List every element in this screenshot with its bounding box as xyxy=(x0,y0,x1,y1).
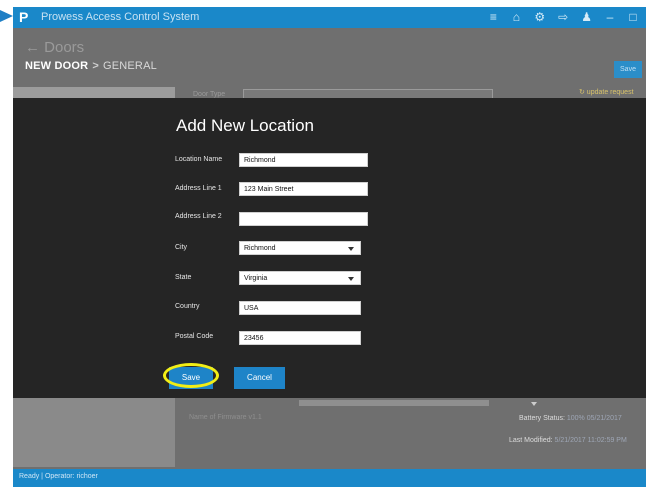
city-select-value: Richmond xyxy=(244,245,276,252)
location-name-field[interactable]: Richmond xyxy=(239,153,368,167)
app-title: Prowess Access Control System xyxy=(41,11,200,23)
minimize-icon[interactable]: – xyxy=(605,9,615,26)
chevron-down-icon xyxy=(348,247,354,251)
dialog-title: Add New Location xyxy=(176,116,314,135)
title-bar: P Prowess Access Control System ≡ ⌂ ⚙ ⇨ … xyxy=(13,7,646,28)
app-window: P Prowess Access Control System ≡ ⌂ ⚙ ⇨ … xyxy=(13,7,646,487)
save-door-button[interactable]: Save xyxy=(614,61,642,78)
battery-status-value: 100% 05/21/2017 xyxy=(566,415,622,422)
postal-code-label: Postal Code xyxy=(175,333,214,340)
chevron-down-icon[interactable] xyxy=(531,402,537,406)
breadcrumb-separator: > xyxy=(92,60,99,72)
add-location-dialog: Add New Location Location Name Richmond … xyxy=(13,98,646,398)
breadcrumb-main: NEW DOOR xyxy=(25,60,89,72)
menu-icon[interactable]: ≡ xyxy=(488,9,498,26)
status-text: Ready | Operator: richoer xyxy=(19,473,98,480)
status-bar: Ready | Operator: richoer xyxy=(13,469,646,487)
back-to-doors-link[interactable]: ← Doors xyxy=(25,39,84,56)
gear-icon[interactable]: ⚙ xyxy=(534,9,545,26)
last-modified-value: 5/21/2017 11:02:59 PM xyxy=(554,437,627,444)
address-line2-field[interactable] xyxy=(239,212,368,226)
breadcrumb-sub[interactable]: GENERAL xyxy=(103,60,157,72)
door-type-label: Door Type xyxy=(193,91,226,98)
app-logo: P xyxy=(19,9,29,25)
state-label: State xyxy=(175,274,192,281)
state-select[interactable]: Virginia xyxy=(239,271,361,285)
highlight-ring xyxy=(163,363,219,388)
battery-status: Battery Status: 100% 05/21/2017 xyxy=(519,415,622,422)
city-label: City xyxy=(175,244,188,251)
address-line2-label: Address Line 2 xyxy=(175,213,222,220)
country-field[interactable]: USA xyxy=(239,301,361,315)
last-modified-label: Last Modified: xyxy=(509,437,553,444)
maximize-icon[interactable]: □ xyxy=(628,9,638,26)
state-select-value: Virginia xyxy=(244,275,268,282)
scroll-bar[interactable] xyxy=(299,400,489,406)
address-line1-field[interactable]: 123 Main Street xyxy=(239,182,368,196)
postal-code-field[interactable]: 23456 xyxy=(239,331,361,345)
chevron-down-icon xyxy=(348,277,354,281)
location-name-label: Location Name xyxy=(175,156,223,163)
titlebar-icons: ≡ ⌂ ⚙ ⇨ ♟ – □ xyxy=(488,9,638,26)
country-label: Country xyxy=(175,303,200,310)
last-modified: Last Modified: 5/21/2017 11:02:59 PM xyxy=(509,437,627,444)
battery-status-label: Battery Status: xyxy=(519,415,565,422)
user-icon[interactable]: ♟ xyxy=(581,9,592,26)
pointer-arrow-icon xyxy=(0,10,13,22)
address-line1-label: Address Line 1 xyxy=(175,185,222,192)
breadcrumb: NEW DOOR > GENERAL xyxy=(25,60,157,72)
update-request-link[interactable]: ↻ update request xyxy=(579,88,634,96)
home-icon[interactable]: ⌂ xyxy=(511,9,521,26)
firmware-label: Name of Firmware v1.1 xyxy=(189,414,262,421)
cancel-button[interactable]: Cancel xyxy=(234,367,285,389)
logout-icon[interactable]: ⇨ xyxy=(558,9,568,26)
city-select[interactable]: Richmond xyxy=(239,241,361,255)
